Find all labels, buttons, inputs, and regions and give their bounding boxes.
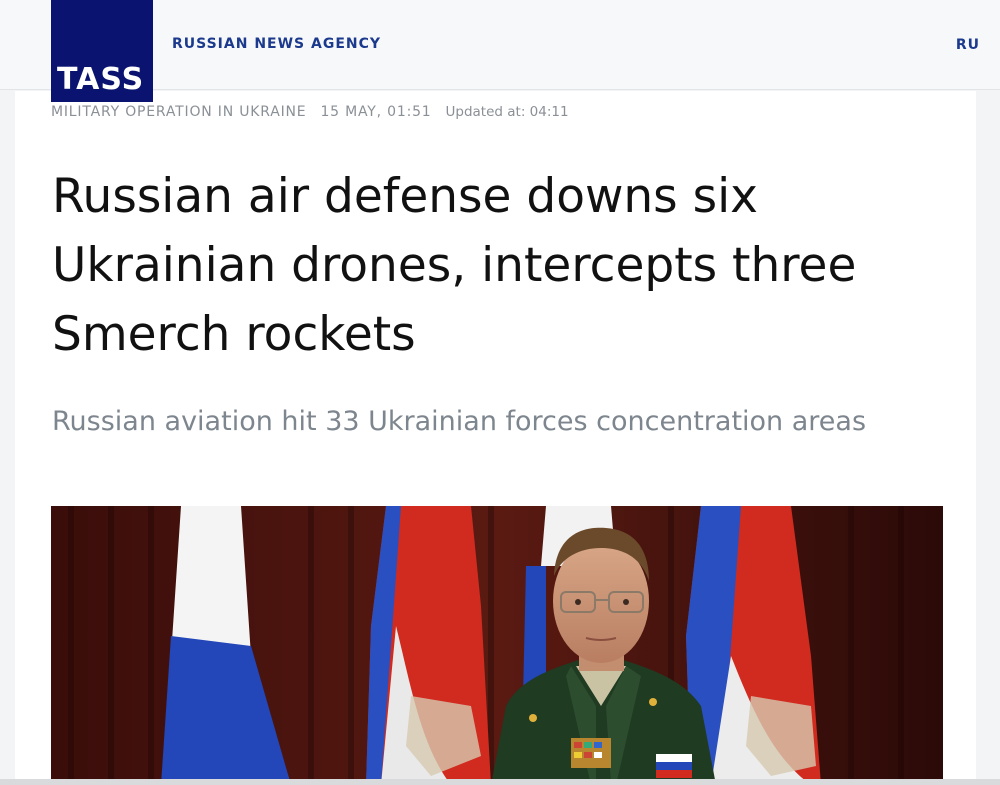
logo-text: TASS (57, 62, 145, 97)
article-subtitle: Russian aviation hit 33 Ukrainian forces… (52, 406, 867, 437)
article-meta: MILITARY OPERATION IN UKRAINE 15 MAY, 01… (51, 104, 569, 120)
language-switch[interactable]: RU (956, 37, 980, 53)
site-header: TASS RUSSIAN NEWS AGENCY RU (0, 0, 1000, 102)
agency-name[interactable]: RUSSIAN NEWS AGENCY (172, 36, 381, 52)
photo-illustration (51, 506, 943, 785)
category-link[interactable]: MILITARY OPERATION IN UKRAINE (51, 104, 306, 120)
browser-bottom-edge (0, 779, 1000, 785)
updated-time: Updated at: 04:11 (445, 104, 569, 120)
article-title: Russian air defense downs six Ukrainian … (52, 169, 857, 362)
tass-logo[interactable]: TASS (51, 0, 153, 102)
publish-date: 15 MAY, 01:51 (320, 104, 432, 120)
article-photo (51, 506, 943, 785)
